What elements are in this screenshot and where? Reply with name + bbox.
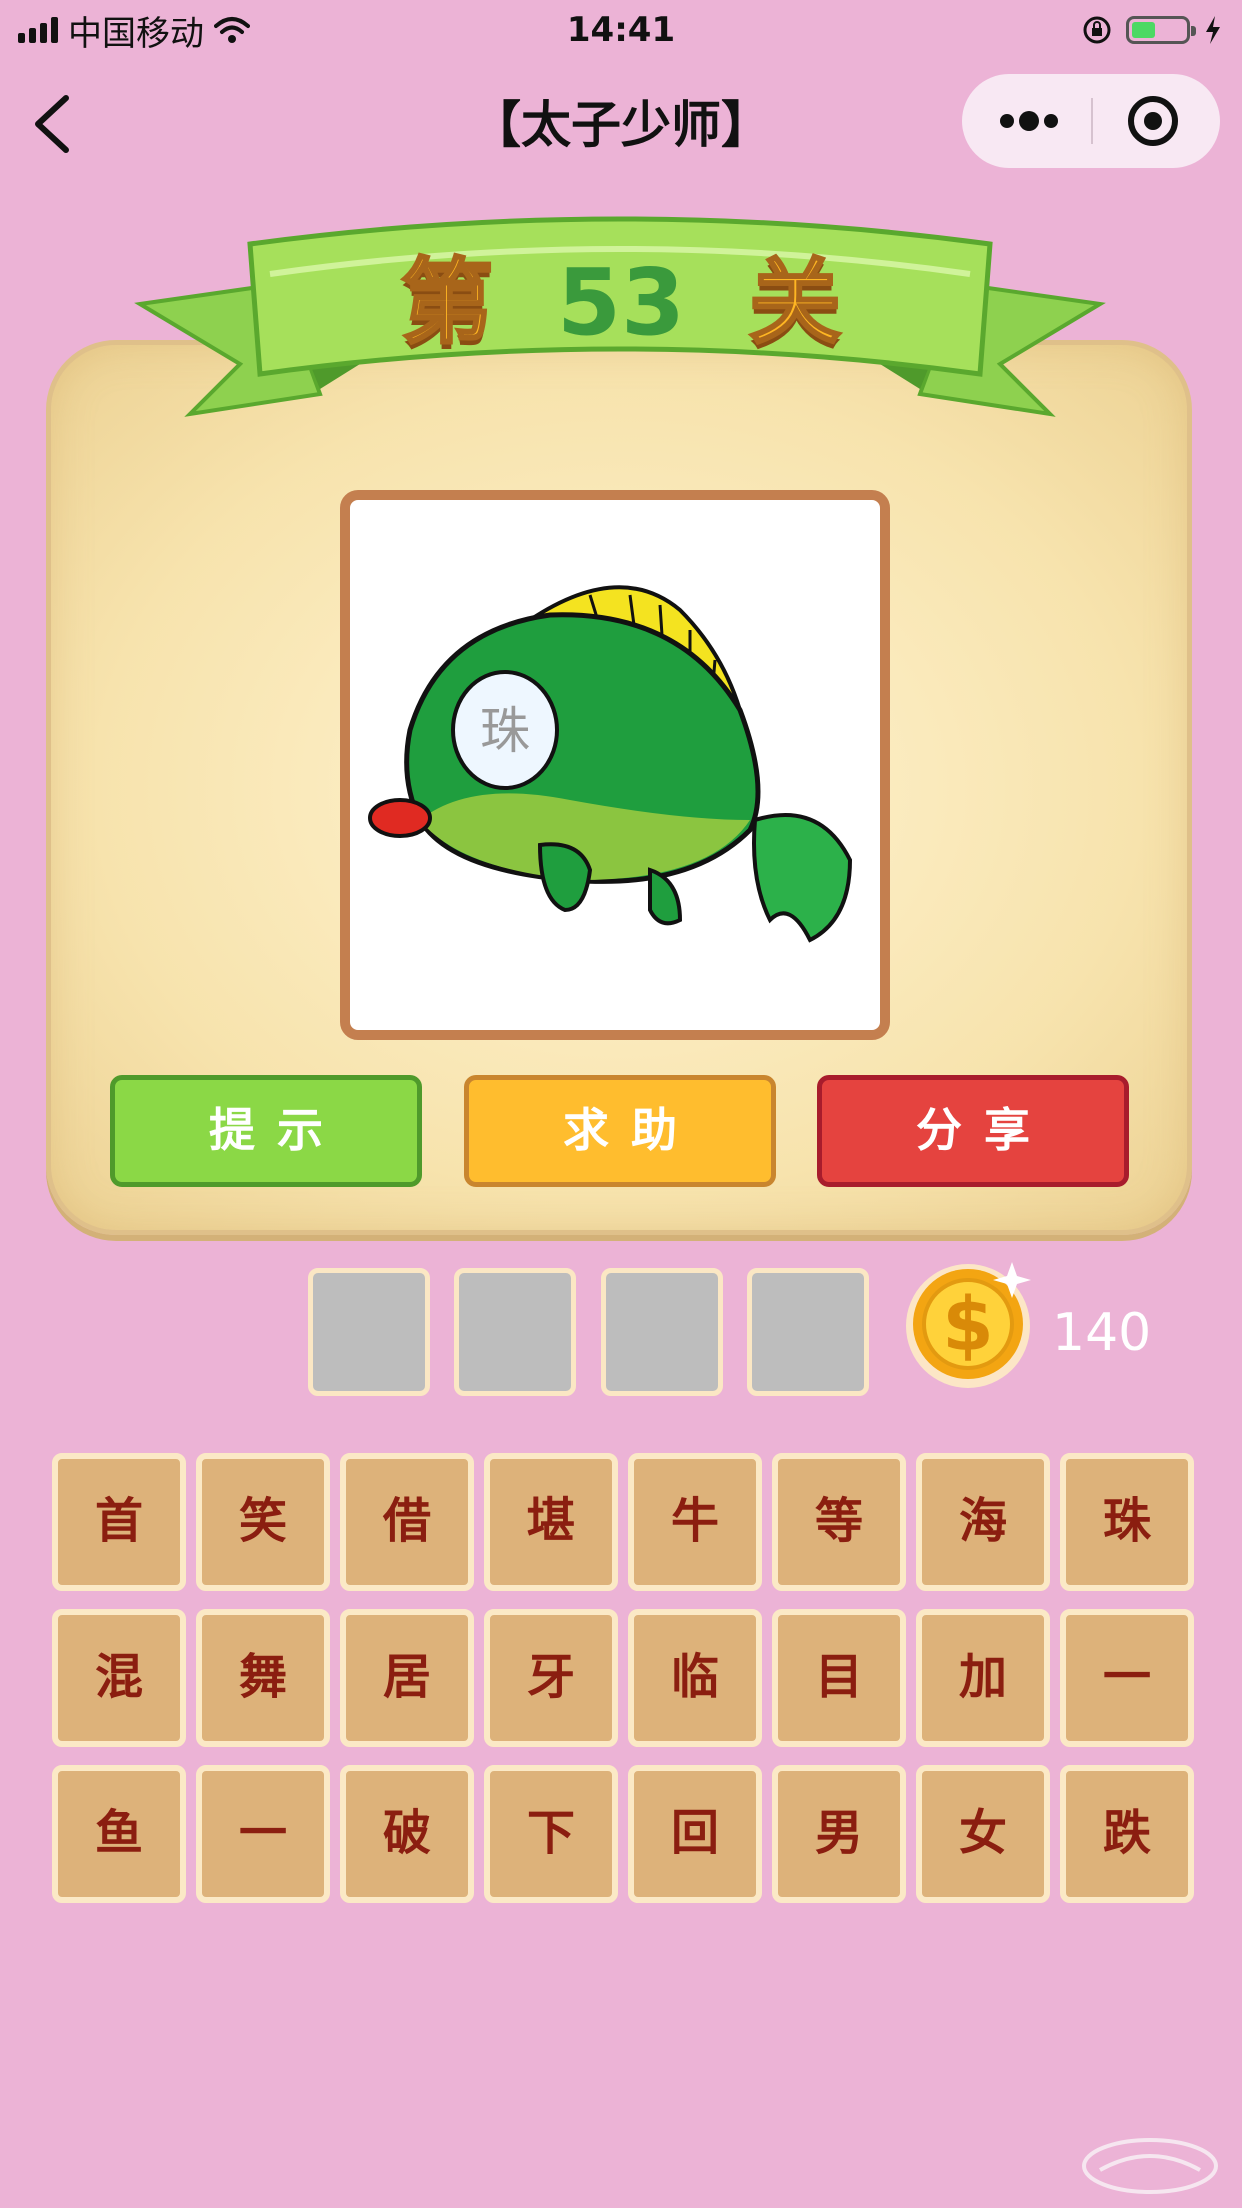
battery-icon [1126,16,1196,44]
letter-tile[interactable]: 跌 [1060,1765,1194,1903]
letter-tile[interactable]: 目 [772,1609,906,1747]
letter-tile[interactable]: 牙 [484,1609,618,1747]
letter-tile[interactable]: 混 [52,1609,186,1747]
letter-tile[interactable]: 海 [916,1453,1050,1591]
letter-tile[interactable]: 堪 [484,1453,618,1591]
letter-tile[interactable]: 男 [772,1765,906,1903]
status-bar: 中国移动 14:41 [0,0,1242,62]
level-suffix: 关 [748,248,843,358]
letter-tile[interactable]: 破 [340,1765,474,1903]
share-button[interactable]: 分享 [817,1075,1129,1187]
hint-button[interactable]: 提示 [110,1075,422,1187]
letter-tile[interactable]: 一 [1060,1609,1194,1747]
letter-tile[interactable]: 笑 [196,1453,330,1591]
letter-tile[interactable]: 下 [484,1765,618,1903]
charging-icon [1206,16,1220,44]
level-title: 第 53 关 [0,248,1242,368]
letter-tile[interactable]: 临 [628,1609,762,1747]
answer-slot[interactable] [454,1268,576,1396]
nav-bar: 【太子少师】 [0,62,1242,190]
target-icon[interactable] [1093,74,1220,168]
svg-text:$: $ [942,1282,994,1368]
letter-tile[interactable]: 首 [52,1453,186,1591]
letter-tile[interactable]: 女 [916,1765,1050,1903]
answer-slot[interactable] [308,1268,430,1396]
fish-illustration: 珠 [368,585,853,943]
letter-tile[interactable]: 回 [628,1765,762,1903]
puzzle-picture: 珠 [340,490,890,1040]
status-time: 14:41 [566,10,676,50]
letter-tile[interactable]: 借 [340,1453,474,1591]
coin-count: 140 [1052,1303,1152,1363]
letter-tile[interactable]: 加 [916,1609,1050,1747]
status-right [1082,10,1222,50]
letter-tile[interactable]: 鱼 [52,1765,186,1903]
level-number: 53 [556,249,686,356]
letter-tile[interactable]: 珠 [1060,1453,1194,1591]
letter-tile[interactable]: 居 [340,1609,474,1747]
battery-level [1132,22,1156,38]
letter-tile[interactable]: 舞 [196,1609,330,1747]
level-prefix: 第 [399,248,494,358]
mini-program-capsule [962,74,1220,168]
answer-slot[interactable] [747,1268,869,1396]
answer-slot[interactable] [601,1268,723,1396]
pearl-label: 珠 [480,702,530,760]
coin-icon: $ [906,1262,1031,1388]
more-dots-icon[interactable] [962,74,1091,168]
help-button[interactable]: 求助 [464,1075,776,1187]
watermark-logo [1082,2138,1218,2194]
letter-tile[interactable]: 一 [196,1765,330,1903]
letter-tile[interactable]: 牛 [628,1453,762,1591]
letter-tile[interactable]: 等 [772,1453,906,1591]
rotation-lock-icon [1083,16,1111,44]
